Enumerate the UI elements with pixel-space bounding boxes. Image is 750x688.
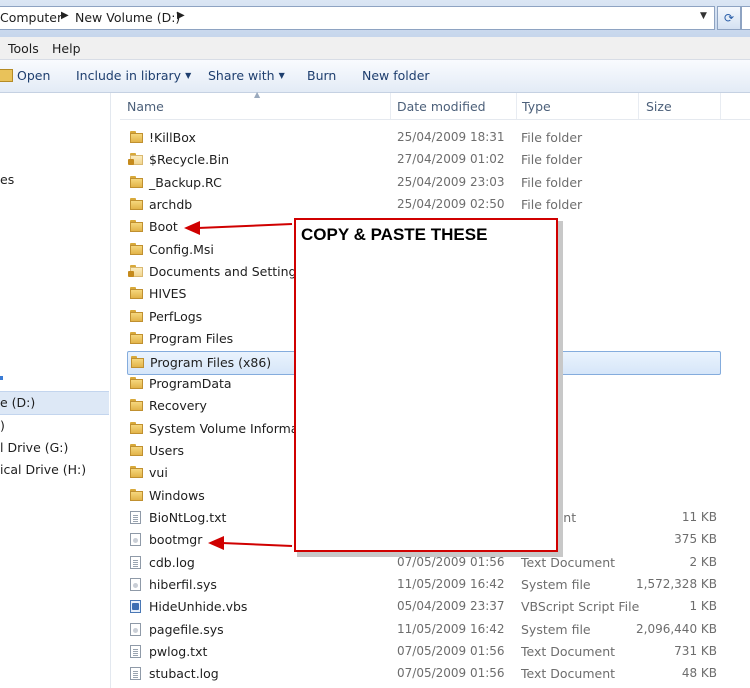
arrow-to-bootmgr [208,536,293,550]
annotation-box: COPY & PASTE THESE [294,218,558,552]
annotation-text: COPY & PASTE THESE [301,225,488,244]
arrow-to-boot [184,221,293,235]
